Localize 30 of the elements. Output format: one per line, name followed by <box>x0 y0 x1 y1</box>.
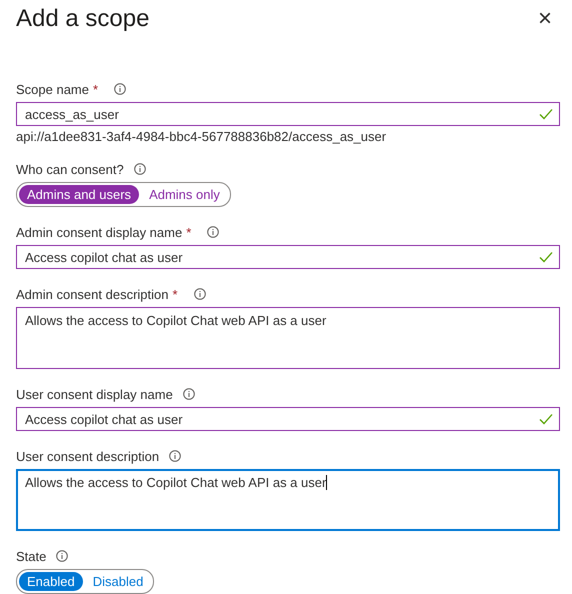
info-icon[interactable] <box>207 226 220 238</box>
field-label: Admin consent description <box>16 286 168 302</box>
text-cursor <box>326 475 328 490</box>
toggle-option[interactable]: Admins only <box>141 185 228 204</box>
info-icon[interactable] <box>182 388 195 400</box>
textarea-field[interactable]: Allows the access to Copilot Chat web API as a user <box>16 307 560 369</box>
panel-title: Add a scope <box>16 5 150 33</box>
info-icon[interactable] <box>134 163 146 175</box>
info-icon[interactable] <box>169 450 182 462</box>
field-label: State <box>16 548 46 564</box>
text-field[interactable]: Access copilot chat as user <box>16 245 560 269</box>
field-label: User consent description <box>16 448 160 464</box>
field-label: Admin consent display name <box>16 224 182 240</box>
toggle-option[interactable]: Admins and users <box>19 185 140 204</box>
field-hint: api://a1dee831-3af4-4984-bbc4-567788836b82/access_as_user <box>16 129 388 144</box>
text-field[interactable]: access_as_user <box>16 102 560 126</box>
text-field[interactable]: Access copilot chat as user <box>16 407 560 431</box>
field-label: User consent display name <box>16 386 173 402</box>
field-label: Who can consent? <box>16 162 124 176</box>
close-button[interactable]: × <box>530 7 560 31</box>
info-icon[interactable] <box>56 550 68 562</box>
required-asterisk: * <box>186 224 192 240</box>
required-asterisk: * <box>93 82 98 96</box>
info-icon[interactable] <box>194 288 206 300</box>
textarea-field[interactable]: Allows the access to Copilot Chat web API as a user <box>16 469 560 531</box>
required-asterisk: * <box>172 286 178 302</box>
info-icon[interactable] <box>114 83 126 95</box>
toggle-option[interactable]: Enabled <box>19 572 83 591</box>
toggle-option[interactable]: Disabled <box>84 572 152 591</box>
field-label: Scope name <box>16 82 89 96</box>
